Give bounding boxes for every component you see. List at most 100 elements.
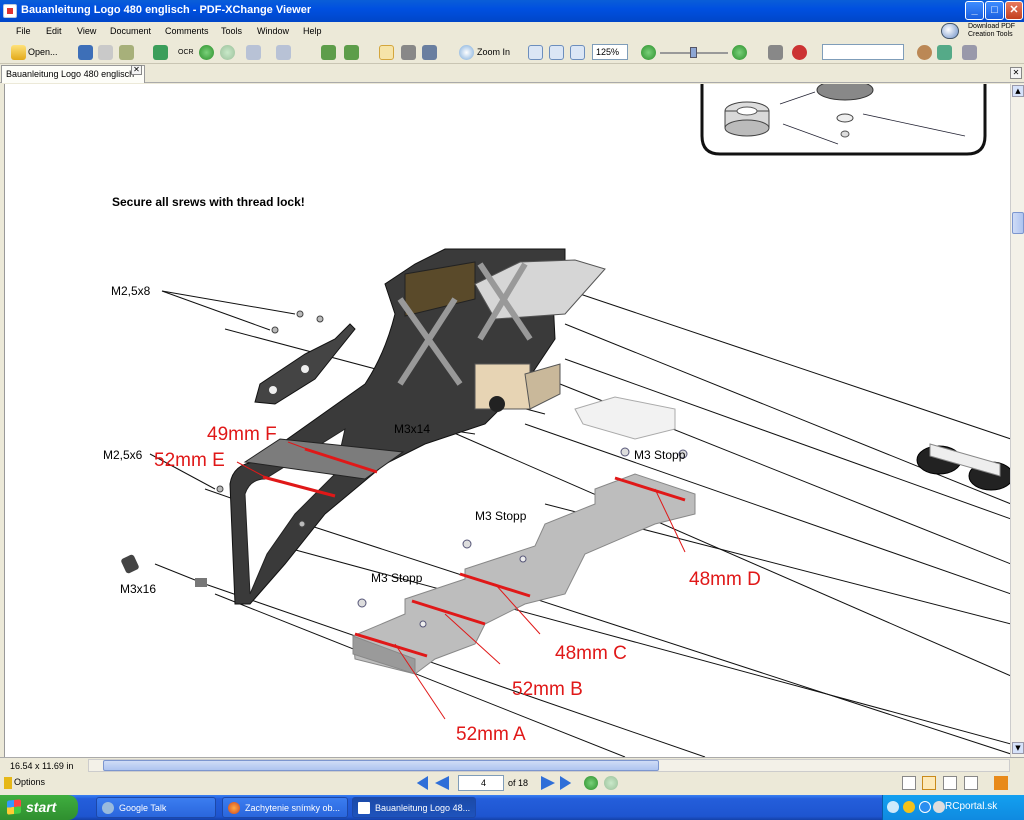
undo-icon[interactable] <box>246 45 261 60</box>
start-button[interactable]: start <box>0 795 78 820</box>
continuous-page-icon[interactable] <box>922 776 936 790</box>
rotate-left-icon[interactable] <box>321 45 336 60</box>
hand-tool-icon[interactable] <box>379 45 394 60</box>
horizontal-scroll-thumb[interactable] <box>103 760 659 771</box>
label-m3-stopp-3: M3 Stopp <box>371 571 423 585</box>
forward-icon[interactable] <box>220 45 235 60</box>
task-google-talk[interactable]: Google Talk <box>96 797 216 818</box>
download-line1: Download PDF <box>968 23 1016 30</box>
download-pdf-tools[interactable]: Download PDF Creation Tools <box>941 21 1023 41</box>
label-m3x16: M3x16 <box>120 582 156 596</box>
stamp-icon[interactable] <box>792 45 807 60</box>
link-icon[interactable] <box>768 45 783 60</box>
next-page-icon[interactable] <box>541 776 555 790</box>
label-m3-stopp-2: M3 Stopp <box>475 509 527 523</box>
chat-bubble-icon <box>102 802 114 814</box>
back-icon[interactable] <box>199 45 214 60</box>
find-icon[interactable] <box>917 45 932 60</box>
minimize-button[interactable]: _ <box>965 1 984 20</box>
select-tool-icon[interactable] <box>422 45 437 60</box>
page-size-readout: 16.54 x 11.69 in <box>10 761 74 771</box>
single-page-icon[interactable] <box>902 776 916 790</box>
menu-bar: File Edit View Document Comments Tools W… <box>0 22 1024 40</box>
pdf-app-icon[interactable] <box>3 4 17 18</box>
pdf-page: axx Secure all srews with thread lock! <box>4 84 1010 757</box>
title-bar: Bauanleitung Logo 480 englisch - PDF-XCh… <box>0 0 1024 22</box>
menu-edit[interactable]: Edit <box>46 26 62 36</box>
scan-icon[interactable] <box>119 45 134 60</box>
first-page-icon[interactable] <box>416 776 428 790</box>
close-button[interactable]: ✕ <box>1005 1 1023 20</box>
print-icon[interactable] <box>98 45 113 60</box>
find-next-icon[interactable] <box>937 45 952 60</box>
zoom-out-icon[interactable] <box>641 45 656 60</box>
tab-close-icon[interactable]: ✕ <box>131 65 142 75</box>
scroll-down-icon[interactable]: ▼ <box>1012 742 1024 754</box>
pdf-icon <box>358 802 370 814</box>
redo-icon[interactable] <box>276 45 291 60</box>
scroll-up-icon[interactable]: ▲ <box>1012 85 1024 97</box>
inset-label: axx <box>910 84 925 86</box>
options-icon[interactable] <box>4 777 12 789</box>
menu-document[interactable]: Document <box>110 26 151 36</box>
page-number-input[interactable]: 4 <box>458 775 504 791</box>
actual-size-icon[interactable] <box>528 45 543 60</box>
tools-icon[interactable] <box>962 45 977 60</box>
maximize-button[interactable]: □ <box>985 1 1004 20</box>
task-firefox[interactable]: Zachytenie snímky ob... <box>222 797 348 818</box>
task-label: Bauanleitung Logo 48... <box>375 803 471 813</box>
network-icon[interactable] <box>919 801 931 813</box>
export-icon[interactable] <box>153 45 168 60</box>
zoom-in-label[interactable]: Zoom In <box>477 47 510 57</box>
measure-b: 52mm B <box>512 679 583 700</box>
zoom-slider-thumb[interactable] <box>690 47 697 58</box>
tray-arrow-icon[interactable] <box>887 801 899 813</box>
facing-continuous-icon[interactable] <box>964 776 978 790</box>
zoom-level-field[interactable]: 125% <box>592 44 628 60</box>
snapshot-icon[interactable] <box>401 45 416 60</box>
save-icon[interactable] <box>78 45 93 60</box>
zoom-plus-icon[interactable] <box>732 45 747 60</box>
options-menu[interactable]: Options <box>14 777 45 787</box>
open-button-label[interactable]: Open... <box>28 47 58 57</box>
shield-icon[interactable] <box>903 801 915 813</box>
close-document-icon[interactable]: ✕ <box>1010 67 1022 79</box>
start-label: start <box>26 799 57 815</box>
zoom-in-icon[interactable] <box>459 45 474 60</box>
menu-file[interactable]: File <box>16 26 31 36</box>
system-tray: RCportal.sk <box>882 795 1024 820</box>
menu-window[interactable]: Window <box>257 26 289 36</box>
rotate-right-icon[interactable] <box>344 45 359 60</box>
fit-page-icon[interactable] <box>549 45 564 60</box>
navigation-bar: Options 4 of 18 <box>0 773 1024 793</box>
window-title: Bauanleitung Logo 480 englisch - PDF-XCh… <box>21 4 312 16</box>
highlight-tool-icon[interactable] <box>994 776 1008 790</box>
vertical-scroll-thumb[interactable] <box>1012 212 1024 234</box>
vertical-scrollbar[interactable]: ▲ ▼ <box>1010 84 1024 757</box>
front-bracket <box>254 323 356 405</box>
fit-width-icon[interactable] <box>570 45 585 60</box>
page-count: of 18 <box>508 778 529 788</box>
menu-help[interactable]: Help <box>303 26 322 36</box>
label-m3-stopp-1: M3 Stopp <box>634 448 686 462</box>
open-folder-icon[interactable] <box>11 45 26 60</box>
facing-pages-icon[interactable] <box>943 776 957 790</box>
horizontal-scrollbar[interactable] <box>88 759 1010 772</box>
nav-back-icon[interactable] <box>584 776 598 790</box>
app-window: Bauanleitung Logo 480 englisch - PDF-XCh… <box>0 0 1024 820</box>
firefox-icon <box>228 802 240 814</box>
menu-tools[interactable]: Tools <box>221 26 242 36</box>
menu-comments[interactable]: Comments <box>165 26 209 36</box>
menu-view[interactable]: View <box>77 26 96 36</box>
globe-cursor-icon <box>941 23 959 39</box>
document-tab[interactable]: Bauanleitung Logo 480 englisch <box>1 65 145 83</box>
task-pdf-viewer[interactable]: Bauanleitung Logo 48... <box>352 797 476 818</box>
document-tab-label: Bauanleitung Logo 480 englisch <box>6 69 135 79</box>
volume-icon[interactable] <box>933 801 945 813</box>
last-page-icon[interactable] <box>560 776 572 790</box>
prev-page-icon[interactable] <box>435 776 449 790</box>
ocr-button[interactable]: OCR <box>178 49 194 56</box>
search-input[interactable] <box>822 44 904 60</box>
nav-forward-icon[interactable] <box>604 776 618 790</box>
assembly-drawing: axx Secure all srews with thread lock! <box>103 84 1010 757</box>
